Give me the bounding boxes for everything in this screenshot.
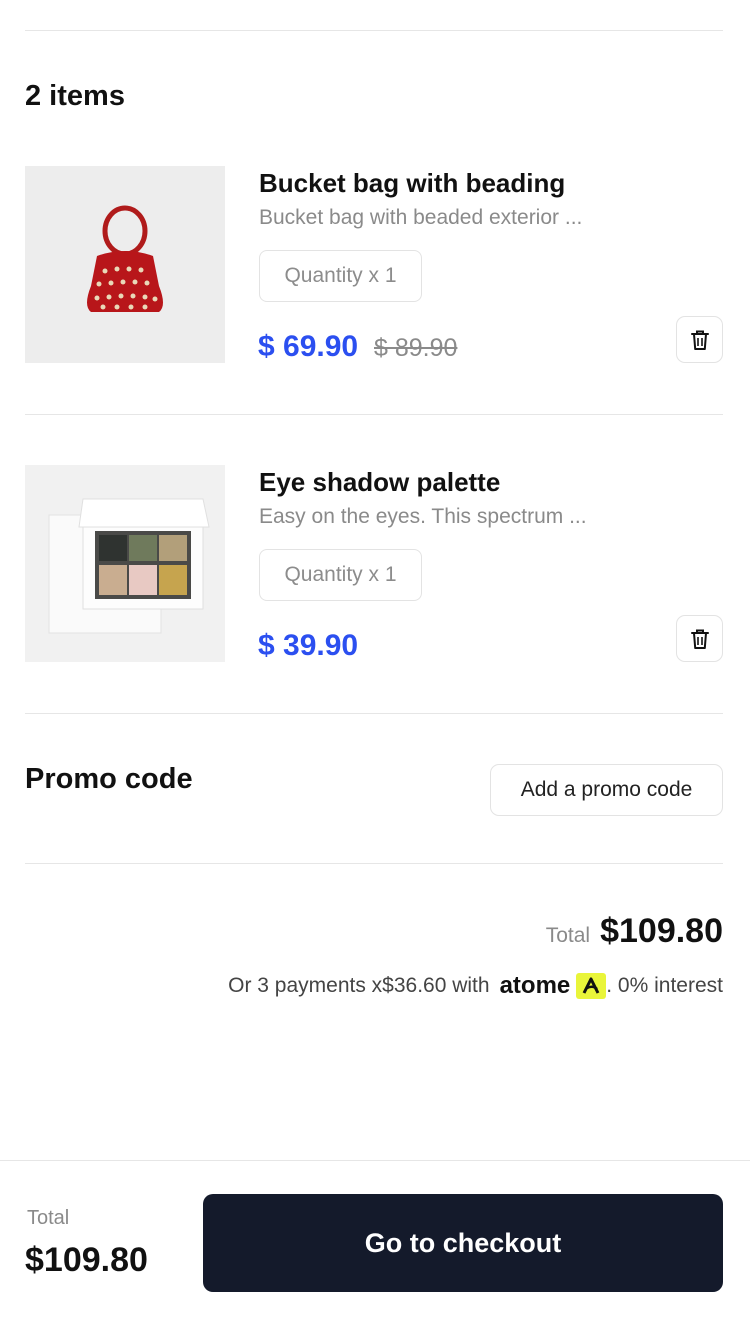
- quantity-selector[interactable]: Quantity x 1: [259, 549, 422, 601]
- trash-icon: [690, 330, 709, 350]
- product-description: Bucket bag with beaded exterior ...: [259, 206, 583, 229]
- remove-item-button[interactable]: [676, 615, 723, 662]
- footer-total-label: Total: [27, 1207, 70, 1229]
- cart-item: Eye shadow palette Easy on the eyes. Thi…: [25, 465, 723, 665]
- trash-icon: [690, 629, 709, 649]
- total-label: Total: [545, 924, 591, 947]
- promo-divider: [25, 863, 723, 864]
- product-name[interactable]: Bucket bag with beading: [259, 168, 565, 199]
- add-promo-code-button[interactable]: Add a promo code: [490, 764, 723, 816]
- remove-item-button[interactable]: [676, 316, 723, 363]
- product-name[interactable]: Eye shadow palette: [259, 467, 500, 498]
- go-to-checkout-button[interactable]: Go to checkout: [203, 1194, 723, 1292]
- order-total: Total $109.80: [546, 912, 723, 951]
- item-divider: [25, 713, 723, 714]
- cart-item: Bucket bag with beading Bucket bag with …: [25, 166, 723, 366]
- installment-info[interactable]: Or 3 payments x$36.60 with atome . 0% in…: [228, 972, 723, 1000]
- atome-brand: atome: [499, 972, 571, 999]
- installment-text: Or 3 payments x$36.60 with: [228, 974, 490, 997]
- installment-interest: . 0% interest: [606, 974, 723, 997]
- atome-logo-icon: [576, 973, 607, 999]
- item-divider: [25, 414, 723, 415]
- product-description: Easy on the eyes. This spectrum ...: [259, 505, 587, 528]
- sale-price: $ 69.90: [258, 330, 359, 363]
- top-divider: [25, 30, 723, 31]
- checkout-footer: Total $109.80 Go to checkout: [0, 1160, 750, 1339]
- sale-price: $ 39.90: [258, 629, 359, 662]
- product-image-eyeshadow-palette[interactable]: [25, 465, 225, 662]
- original-price: $ 89.90: [374, 334, 458, 362]
- promo-code-title: Promo code: [25, 763, 193, 795]
- total-value: $109.80: [600, 912, 723, 950]
- footer-total-value: $109.80: [25, 1241, 148, 1279]
- product-image-bucket-bag[interactable]: [25, 166, 225, 363]
- items-count-heading: 2 items: [25, 80, 125, 112]
- quantity-selector[interactable]: Quantity x 1: [259, 250, 422, 302]
